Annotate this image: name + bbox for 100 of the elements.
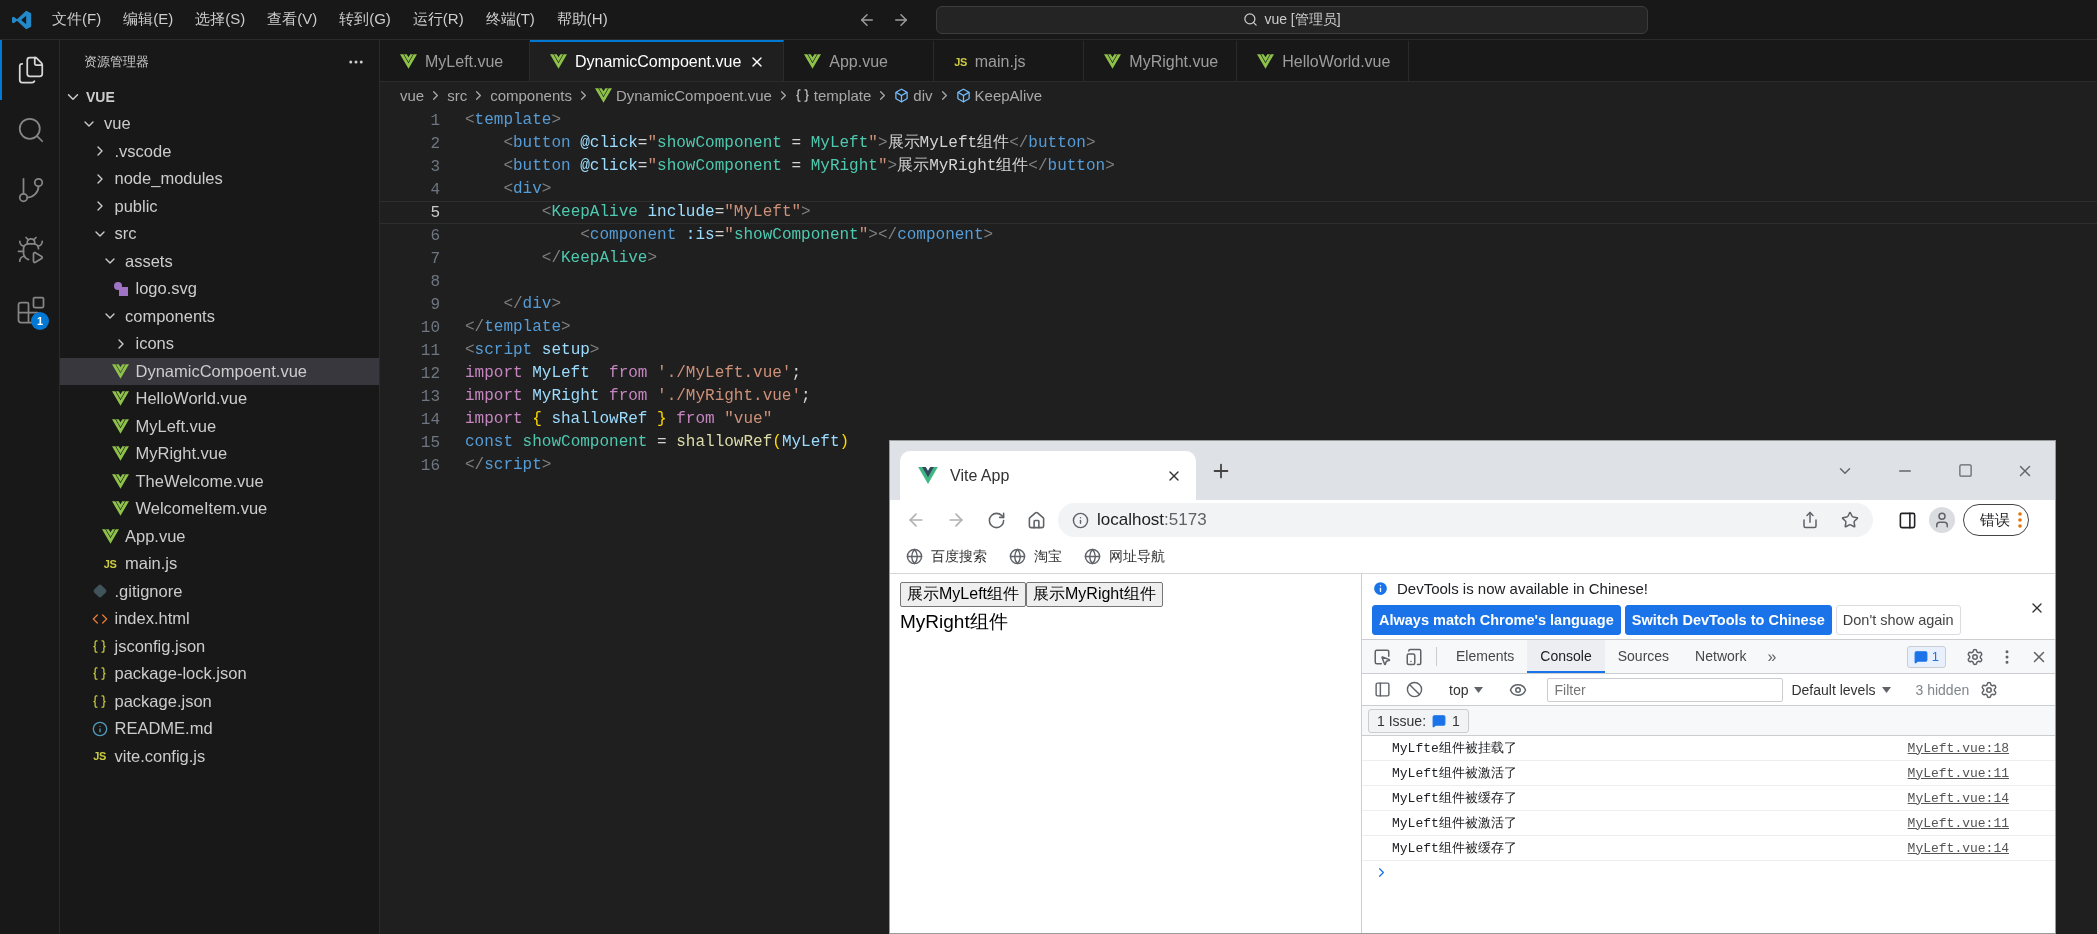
file-item[interactable]: README.md [60, 715, 379, 743]
maximize-icon[interactable] [1957, 463, 1973, 478]
notice-button[interactable]: Switch DevTools to Chinese [1624, 605, 1832, 635]
caret-icon [1881, 686, 1891, 693]
issues-button[interactable]: 1 [1906, 645, 1946, 668]
breadcrumb-item[interactable]: KeepAlive [955, 86, 1043, 104]
command-center[interactable]: vue [管理员] [936, 5, 1648, 34]
context-select[interactable]: top [1443, 681, 1490, 698]
menu-item[interactable]: 文件(F) [42, 6, 112, 33]
folder-item[interactable]: icons [60, 330, 379, 358]
bookmark[interactable]: 网址导航 [1084, 547, 1165, 566]
file-item[interactable]: index.html [60, 605, 379, 633]
vue-icon [112, 473, 129, 489]
file-item[interactable]: HelloWorld.vue [60, 385, 379, 413]
activity-button[interactable]: 1 [0, 280, 59, 340]
breadcrumb-item[interactable]: div [894, 86, 933, 104]
file-item[interactable]: logo.svg [60, 275, 379, 303]
code-line: const showComponent = shallowRef(MyLeft) [465, 432, 850, 453]
folder-item[interactable]: .vscode [60, 137, 379, 165]
browser-tab[interactable]: Vite App [900, 451, 1196, 500]
devtools-tab[interactable]: Elements [1443, 640, 1528, 673]
line-number: 16 [419, 456, 440, 475]
page-button[interactable]: 展示MyRight组件 [1026, 582, 1163, 607]
source-link[interactable]: MyLeft.vue:11 [1907, 765, 2009, 781]
cube-icon [894, 87, 910, 103]
folder-item[interactable]: assets [60, 247, 379, 275]
share-icon[interactable] [1801, 511, 1819, 529]
menu-item[interactable]: 编辑(E) [113, 6, 184, 33]
file-item[interactable]: package-lock.json [60, 660, 379, 688]
breadcrumb-item[interactable]: template [794, 86, 872, 104]
device-icon[interactable] [1405, 647, 1423, 666]
menu-item[interactable]: 转到(G) [329, 6, 401, 33]
clear-icon[interactable] [1405, 681, 1423, 698]
file-item[interactable]: MyLeft.vue [60, 412, 379, 440]
folder-item[interactable]: vue [60, 110, 379, 138]
breadcrumb-item[interactable]: vue [400, 86, 425, 104]
more-tabs[interactable]: » [1759, 640, 1785, 673]
line-number: 8 [429, 272, 440, 291]
menu-item[interactable]: 终端(T) [475, 6, 545, 33]
braces-icon [794, 87, 810, 103]
folder-item[interactable]: src [60, 220, 379, 248]
source-link[interactable]: MyLeft.vue:14 [1907, 790, 2009, 806]
code-line: <div> [502, 179, 552, 200]
folder-item[interactable]: public [60, 192, 379, 220]
breadcrumb-item[interactable]: DynamicCompoent.vue [594, 86, 772, 104]
line-number: 13 [419, 387, 440, 406]
devtools-tab[interactable]: Console [1527, 640, 1605, 673]
file-item[interactable]: JS main.js [60, 550, 379, 578]
menu-item[interactable]: 选择(S) [185, 6, 256, 33]
file-item[interactable]: DynamicCompoent.vue [60, 357, 379, 385]
devtools-tab[interactable]: Sources [1604, 640, 1683, 673]
breadcrumb-item[interactable]: src [447, 86, 468, 104]
source-link[interactable]: MyLeft.vue:11 [1907, 815, 2009, 831]
section-header[interactable]: VUE [60, 84, 379, 110]
file-item[interactable]: MyRight.vue [60, 440, 379, 468]
vue-icon [594, 87, 612, 103]
inspect-icon[interactable] [1373, 647, 1391, 666]
vue-icon [400, 54, 417, 69]
settings-icon[interactable] [1980, 680, 1999, 699]
filter-field[interactable]: Filter [1547, 677, 1784, 702]
reload-icon[interactable] [986, 510, 1006, 530]
diamond-icon [92, 584, 107, 599]
editor-tab[interactable]: DynamicCompoent.vue [530, 40, 785, 81]
page-button[interactable]: 展示MyLeft组件 [900, 582, 1026, 607]
source-link[interactable]: MyLeft.vue:14 [1907, 840, 2009, 856]
settings-icon[interactable] [1966, 647, 1984, 666]
file-item[interactable]: .gitignore [60, 577, 379, 605]
bookmark[interactable]: 百度搜索 [906, 547, 987, 566]
vue-icon [112, 418, 129, 434]
js-icon: JS [954, 55, 967, 68]
logo-icon [12, 9, 32, 30]
notice-button[interactable]: Don't show again [1835, 605, 1961, 635]
notice-button[interactable]: Always match Chrome's language [1372, 605, 1621, 635]
side-panel-icon[interactable] [1897, 510, 1917, 530]
star-icon[interactable] [1841, 511, 1859, 529]
file-item[interactable]: package.json [60, 687, 379, 715]
file-item[interactable]: WelcomeItem.vue [60, 495, 379, 523]
menu-item[interactable]: 帮助(H) [546, 6, 618, 33]
message-icon [1913, 649, 1928, 664]
home-icon[interactable] [1026, 510, 1046, 530]
folder-item[interactable]: node_modules [60, 165, 379, 193]
file-item[interactable]: JS vite.config.js [60, 742, 379, 770]
address-bar[interactable]: localhost:5173 [1058, 503, 1873, 537]
hidden-count: 3 hidden [1914, 681, 1971, 698]
file-item[interactable]: App.vue [60, 522, 379, 550]
menu-item[interactable]: 运行(R) [402, 6, 474, 33]
breadcrumb-item[interactable]: components [490, 86, 572, 104]
menu-item[interactable]: 查看(V) [257, 6, 328, 33]
source-link[interactable]: MyLeft.vue:18 [1907, 740, 2009, 756]
avatar-icon[interactable] [1929, 507, 1955, 533]
file-item[interactable]: jsconfig.json [60, 632, 379, 660]
file-item[interactable]: TheWelcome.vue [60, 467, 379, 495]
devtools-tab[interactable]: Network [1682, 640, 1760, 673]
caret-icon [1474, 686, 1484, 693]
vue-icon [112, 391, 129, 407]
bookmark[interactable]: 淘宝 [1009, 547, 1062, 566]
levels-select[interactable]: Default levels [1783, 681, 1899, 698]
issues-button[interactable]: 1 Issue: 1 [1368, 708, 1469, 733]
folder-item[interactable]: components [60, 302, 379, 330]
sidebar-icon[interactable] [1373, 681, 1391, 698]
